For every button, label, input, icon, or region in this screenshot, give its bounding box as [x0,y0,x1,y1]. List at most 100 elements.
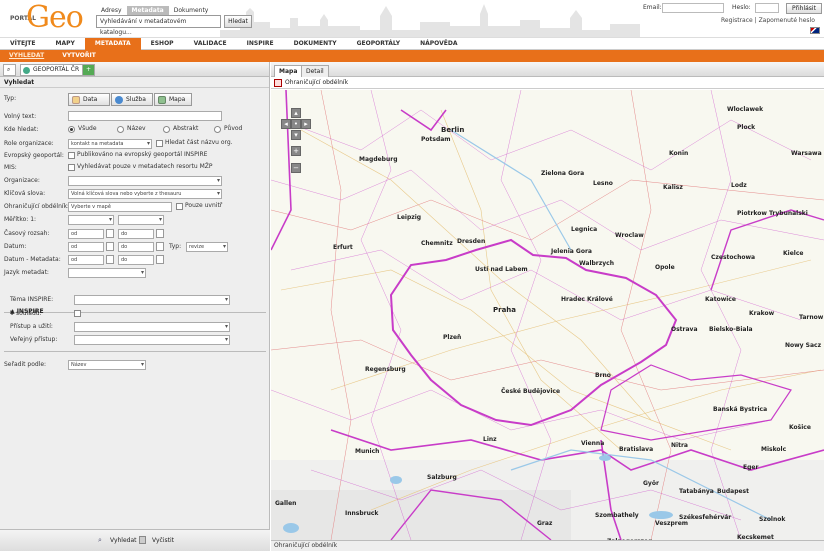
seradit-label: Seřadit podle: [4,361,47,368]
map-city-label: Miskolc [761,446,787,453]
search-input[interactable]: Vyhledávání v metadatovém katalogu... [96,15,221,36]
map-canvas[interactable]: ▴ ◂ • ▸ ▾ + − Berlin Potsdam Magdeburg Leip… [271,90,824,540]
zoom-in-icon[interactable]: + [291,146,301,156]
jazyk-select[interactable] [68,268,146,278]
pouze-uvnitr-checkbox[interactable] [176,203,183,210]
map-city-label: Bielsko-Biala [709,326,753,333]
organizace-select[interactable] [68,176,222,186]
ohranicujici-label: Ohraničující obdélník: [4,203,70,210]
casovy-od-input[interactable]: od [68,229,104,239]
english-flag-icon[interactable] [810,27,820,34]
password-field[interactable] [755,3,779,13]
mis-checkbox[interactable] [68,164,75,171]
footer-clear-button[interactable]: Vyčistit [152,537,174,544]
pristup-select[interactable] [74,322,230,332]
tema-select[interactable] [74,295,230,305]
verejny-select[interactable] [74,335,230,345]
login-button[interactable]: Přihlásit [786,3,822,14]
search-tab-dokumenty[interactable]: Dokumenty [169,6,214,15]
password-label: Heslo: [732,4,751,11]
map-city-label: Legnica [571,226,598,233]
radio-vsude[interactable] [68,126,75,133]
tab-detail[interactable]: Detail [301,65,329,77]
nav-geoportaly[interactable]: GEOPORTÁLY [347,38,410,50]
add-icon[interactable]: + [82,64,95,76]
search-tool-icon[interactable]: ⌕ [3,64,16,76]
pan-left-icon[interactable]: ◂ [281,119,291,129]
skyline-illustration [220,4,640,37]
map-city-label: Salzburg [427,474,457,481]
calendar-icon[interactable] [106,255,114,264]
geoportal-tab[interactable]: GEOPORTÁL ČR [20,64,84,76]
datum-do-input[interactable]: do [118,242,154,252]
pan-home-icon[interactable]: • [291,119,301,129]
map-panel: Mapa Detail Ohraničující obdélník ▴ ◂ • … [271,62,824,551]
datum-label: Datum: [4,243,27,250]
map-city-label: Graz [537,520,553,527]
seradit-select[interactable]: Název [68,360,146,370]
search-tab-adresy[interactable]: Adresy [96,6,127,15]
tab-mapa[interactable]: Mapa [274,65,303,77]
pan-down-icon[interactable]: ▾ [291,130,301,140]
role-select[interactable]: kontakt na metadata [68,139,152,149]
subnav-vytvorit[interactable]: VYTVOŘIT [53,50,105,62]
free-text-input[interactable] [68,111,222,121]
map-city-label: Ostrava [671,326,698,333]
email-field[interactable] [662,3,724,13]
pan-up-icon[interactable]: ▴ [291,108,301,118]
nav-napoveda[interactable]: NÁPOVĚDA [410,38,467,50]
map-city-label: Linz [483,436,497,443]
register-link[interactable]: Registrace [721,17,753,24]
datum-metadata-od-input[interactable]: od [68,255,104,265]
nav-metadata[interactable]: METADATA [84,38,141,50]
nav-mapy[interactable]: MAPY [46,38,85,50]
search-button[interactable]: Hledat [224,15,252,28]
calendar-icon[interactable] [156,229,164,238]
footer-search-button[interactable]: Vyhledat [110,537,137,544]
casovy-do-input[interactable]: do [118,229,154,239]
nav-dokumenty[interactable]: DOKUMENTY [284,38,347,50]
datum-metadata-do-input[interactable]: do [118,255,154,265]
klicova-select[interactable]: Volná klíčová slova nebo vyberte z thesa… [68,189,222,199]
type-data-label: Data [83,96,98,103]
type-data-button[interactable]: Data [68,93,110,106]
jazyk-label: Jazyk metadat: [4,269,49,276]
forgot-password-link[interactable]: Zapomenuté heslo [759,17,815,24]
nav-vitejte[interactable]: VÍTEJTE [0,38,46,50]
publikovano-checkbox[interactable] [68,152,75,159]
hledat-cast-checkbox[interactable] [156,140,163,147]
radio-abstrakt[interactable] [163,126,170,133]
type-service-button[interactable]: Služba [111,93,153,106]
calendar-icon[interactable] [106,229,114,238]
radio-puvod[interactable] [214,126,221,133]
portal-logo[interactable]: PORTAL Geo [4,0,84,36]
pan-right-icon[interactable]: ▸ [301,119,311,129]
calendar-icon[interactable] [106,242,114,251]
nav-eshop[interactable]: ESHOP [141,38,184,50]
type-map-button[interactable]: Mapa [154,93,192,106]
map-status: Ohraničující obdélník [271,540,824,551]
hledat-cast-label: Hledat část názvu org. [165,139,233,146]
v-souladu-checkbox[interactable] [74,310,81,317]
map-city-label: Leipzig [397,214,422,221]
map-city-label: Jelenia Gora [551,248,592,255]
subnav-vyhledat[interactable]: VYHLEDAT [0,50,53,62]
ohranicujici-input[interactable]: Vyberte v mapě [68,202,172,212]
tema-label: Téma INSPIRE: [10,296,54,303]
radio-nazev[interactable] [117,126,124,133]
meritko-to-select[interactable] [118,215,164,225]
logo-geo-text: Geo [26,0,84,35]
nav-inspire[interactable]: INSPIRE [237,38,284,50]
zoom-out-icon[interactable]: − [291,163,301,173]
nav-validace[interactable]: VALIDACE [184,38,237,50]
datum-od-input[interactable]: od [68,242,104,252]
search-tab-metadata[interactable]: Metadata [126,6,169,15]
calendar-icon[interactable] [156,255,164,264]
calendar-icon[interactable] [156,242,164,251]
bbox-tool-icon[interactable] [274,79,282,87]
datum-typ-select[interactable]: revize [186,242,228,252]
meritko-label: Měřítko: 1: [4,216,37,223]
mis-label: MIS: [4,164,17,171]
meritko-from-select[interactable] [68,215,114,225]
bbox-tool-label[interactable]: Ohraničující obdélník [285,79,348,86]
